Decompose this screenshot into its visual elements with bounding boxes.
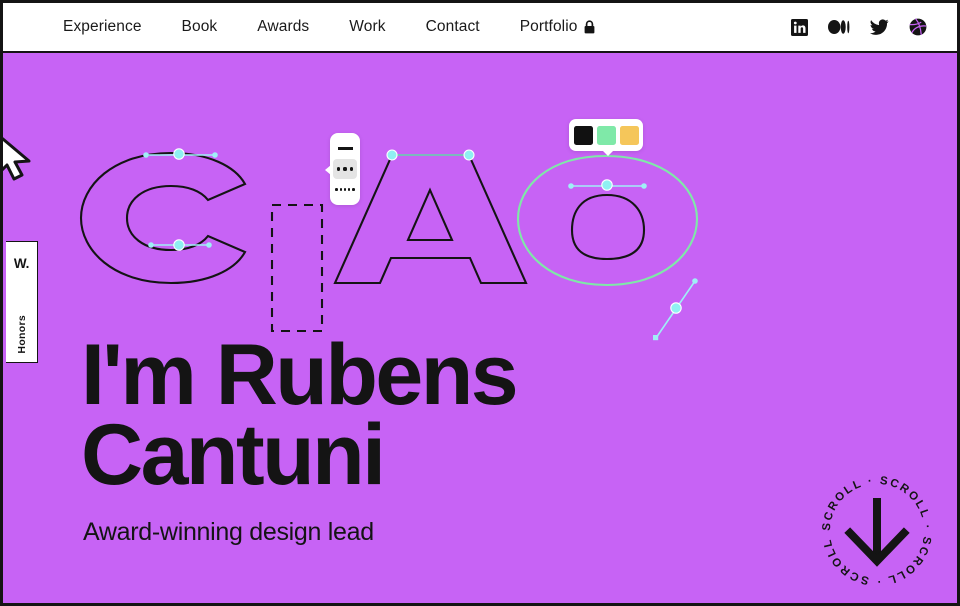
- down-arrow-icon: [844, 498, 910, 567]
- nav-link-book[interactable]: Book: [162, 18, 238, 36]
- ciao-lettering-artwork: [79, 148, 699, 341]
- nav-link-label: Portfolio: [519, 18, 578, 35]
- nav-link-work[interactable]: Work: [329, 18, 405, 36]
- twitter-icon[interactable]: [870, 18, 889, 36]
- scroll-badge[interactable]: SCROLL · SCROLL · SCROLL · SCROLL ·: [817, 471, 937, 591]
- page-subtitle: Award-winning design lead: [83, 518, 374, 546]
- swatch-black[interactable]: [573, 125, 593, 145]
- swatch-mint[interactable]: [594, 123, 618, 147]
- nav-link-awards[interactable]: Awards: [237, 18, 329, 36]
- nav-link-experience[interactable]: Experience: [43, 18, 162, 36]
- nav-link-label: Book: [181, 18, 218, 35]
- top-navigation-bar: Experience Book Awards Work Contact Port…: [3, 3, 957, 53]
- letter-a-anchors[interactable]: [386, 149, 475, 161]
- dotted-line-icon: [337, 167, 353, 171]
- dribbble-icon[interactable]: [909, 18, 927, 36]
- letter-i-dashed-box[interactable]: [270, 203, 324, 333]
- letter-o-outer-path[interactable]: [516, 154, 699, 287]
- nav-link-label: Awards: [257, 18, 310, 35]
- solid-line-icon: [337, 146, 353, 151]
- letter-c-path[interactable]: [79, 151, 247, 285]
- nav-link-label: Contact: [425, 18, 480, 35]
- letter-a-path[interactable]: [333, 153, 528, 285]
- letter-o-inner-counter: [570, 193, 646, 261]
- nav-link-label: Experience: [63, 18, 142, 35]
- social-links-group: [791, 18, 927, 36]
- stroke-style-dashed-option[interactable]: [333, 180, 357, 200]
- side-tab-bottom-label: Honors: [15, 315, 28, 354]
- linkedin-icon[interactable]: [791, 18, 808, 36]
- nav-link-label: Work: [349, 18, 386, 35]
- lock-icon: [584, 20, 595, 34]
- side-tab-top-label: W.: [13, 256, 30, 271]
- page-title: I'm Rubens Cantuni: [81, 327, 519, 503]
- dashed-line-icon: [335, 188, 355, 191]
- swatch-amber[interactable]: [619, 125, 639, 145]
- letter-o-anchor-right[interactable]: [653, 278, 698, 341]
- page-root: Experience Book Awards Work Contact Port…: [0, 0, 960, 606]
- headline-line-2: Cantuni: [81, 406, 386, 503]
- mouse-cursor-icon: [3, 131, 41, 183]
- medium-icon[interactable]: [828, 19, 850, 35]
- stroke-style-solid-option[interactable]: [333, 138, 357, 158]
- nav-link-portfolio[interactable]: Portfolio: [500, 18, 616, 36]
- letter-o-anchor-top[interactable]: [568, 179, 647, 191]
- color-swatch-panel: [569, 119, 643, 156]
- stroke-style-toolbar: [325, 133, 360, 205]
- side-tab-honors[interactable]: W. Honors: [6, 241, 38, 363]
- stroke-style-dotted-option[interactable]: [333, 158, 357, 179]
- nav-links-group: Experience Book Awards Work Contact Port…: [43, 18, 615, 36]
- nav-link-contact[interactable]: Contact: [406, 18, 500, 36]
- headline-line-1: I'm Rubens: [81, 327, 519, 423]
